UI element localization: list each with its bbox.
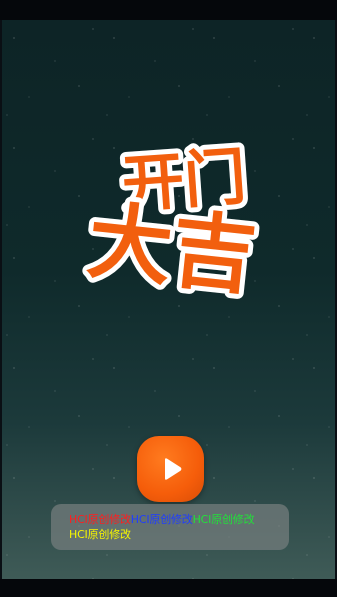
play-button[interactable] [137, 436, 204, 502]
bottom-bar [0, 579, 337, 597]
toast-segment-blue: HCI原创修改 [130, 513, 193, 526]
play-icon [158, 456, 184, 482]
toast-message: HCI原创修改HCI原创修改HCI原创修改HCI原创修改 [51, 504, 289, 550]
logo-line2: 大吉 [83, 191, 260, 303]
toast-segment-green: HCI原创修改 [192, 513, 255, 526]
toast-segment-red: HCI原创修改 [69, 513, 131, 526]
game-logo: 开门 大吉 [72, 138, 272, 303]
toast-segment-yellow: HCI原创修改 [69, 528, 131, 541]
status-bar [0, 0, 337, 20]
